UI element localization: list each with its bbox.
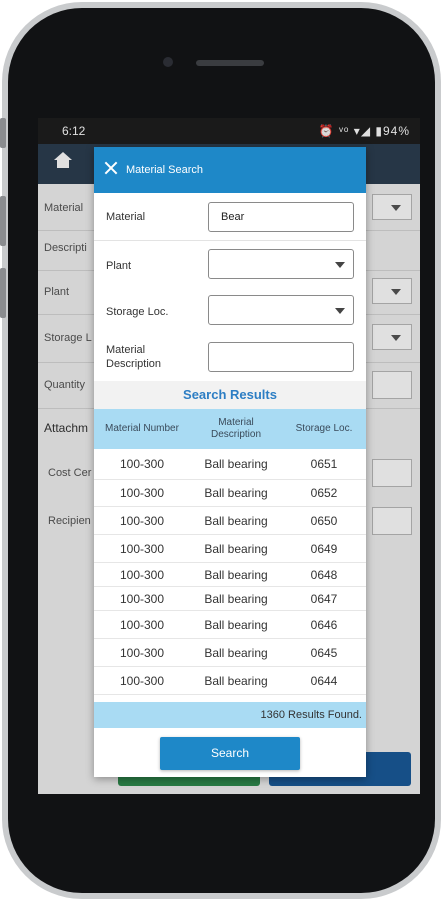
table-row[interactable]: 100-300 Ball bearing 0644 bbox=[94, 667, 366, 695]
results-table-header: Material Number Material Description Sto… bbox=[94, 409, 366, 449]
cell-storage-loc: 0652 bbox=[310, 486, 338, 500]
cell-material-description: Ball bearing bbox=[204, 591, 268, 606]
cell-storage-loc: 0644 bbox=[310, 673, 338, 688]
storage-loc-label: Storage Loc. bbox=[106, 306, 169, 318]
cell-storage-loc: 0649 bbox=[310, 541, 338, 556]
search-button[interactable]: Search bbox=[160, 737, 300, 770]
front-camera bbox=[163, 57, 173, 67]
table-row[interactable]: 100-300 Ball bearing 0649 bbox=[94, 535, 366, 563]
material-description-input[interactable] bbox=[208, 342, 354, 372]
storage-loc-field-row: Storage Loc. bbox=[94, 287, 366, 333]
cell-material-number: 100-300 bbox=[119, 457, 165, 471]
cell-material-description: Ball bearing bbox=[204, 486, 268, 500]
plant-select[interactable] bbox=[208, 249, 354, 279]
cell-material-description: Ball bearing bbox=[204, 673, 268, 688]
close-icon[interactable] bbox=[104, 161, 118, 175]
cell-storage-loc: 0645 bbox=[310, 645, 338, 660]
phone-frame: 6:12 ⏰ ᵛᵒ ▾◢ ▮94% Material Descripti Pla… bbox=[0, 0, 443, 901]
table-row[interactable]: 100-300 Ball bearing 0646 bbox=[94, 611, 366, 639]
material-field-row: Material Bear bbox=[94, 193, 366, 241]
material-label: Material bbox=[106, 211, 146, 223]
cell-material-number: 100-300 bbox=[119, 645, 165, 660]
volume-down-button bbox=[0, 268, 6, 318]
material-description-field-row: Material Description bbox=[94, 333, 366, 381]
table-row[interactable]: 100-300 Ball bearing 0647 bbox=[94, 587, 366, 611]
material-description-label: Material Description bbox=[106, 344, 162, 370]
cell-material-description: Ball bearing bbox=[204, 617, 268, 632]
dialog-title: Material Search bbox=[126, 164, 204, 176]
storage-loc-select[interactable] bbox=[208, 295, 354, 325]
table-row[interactable]: 100-300 Ball bearing 0650 bbox=[94, 507, 366, 535]
table-row[interactable]: 100-300 Ball bearing 0648 bbox=[94, 563, 366, 587]
cell-storage-loc: 0651 bbox=[310, 457, 338, 471]
cell-material-number: 100-300 bbox=[119, 673, 165, 688]
cell-material-description: Ball bearing bbox=[204, 457, 268, 471]
material-input[interactable]: Bear bbox=[208, 202, 354, 232]
plant-field-row: Plant bbox=[94, 241, 366, 287]
results-count: 1360 Results Found. bbox=[94, 702, 366, 728]
cell-material-description: Ball bearing bbox=[204, 645, 268, 660]
cell-material-number: 100-300 bbox=[119, 541, 165, 556]
cell-material-number: 100-300 bbox=[119, 486, 165, 500]
table-row[interactable]: 100-300 Ball bearing 0645 bbox=[94, 639, 366, 667]
table-row[interactable]: 100-300 Ball bearing 0652 bbox=[94, 480, 366, 507]
cell-storage-loc: 0647 bbox=[310, 591, 338, 606]
column-header-material-description: Material Description bbox=[210, 417, 262, 440]
table-row[interactable]: 100-300 Ball bearing 0651 bbox=[94, 449, 366, 480]
cell-material-description: Ball bearing bbox=[204, 541, 268, 556]
cell-storage-loc: 0646 bbox=[310, 617, 338, 632]
cell-material-description: Ball bearing bbox=[204, 567, 268, 582]
earpiece-speaker bbox=[196, 60, 264, 66]
column-header-storage-loc: Storage Loc. bbox=[295, 423, 353, 434]
cell-material-number: 100-300 bbox=[119, 617, 165, 632]
material-search-dialog: Material Search Material Bear Plant Stor… bbox=[94, 147, 366, 777]
dialog-header: Material Search bbox=[94, 147, 366, 193]
mute-switch bbox=[0, 118, 6, 148]
cell-storage-loc: 0648 bbox=[310, 567, 338, 582]
plant-label: Plant bbox=[106, 260, 132, 272]
cell-storage-loc: 0650 bbox=[310, 513, 338, 528]
cell-material-number: 100-300 bbox=[119, 567, 165, 582]
column-header-material-number: Material Number bbox=[105, 423, 179, 434]
chevron-down-icon bbox=[335, 262, 345, 268]
search-results-title: Search Results bbox=[94, 381, 366, 409]
volume-up-button bbox=[0, 196, 6, 246]
cell-material-description: Ball bearing bbox=[204, 513, 268, 528]
chevron-down-icon bbox=[335, 308, 345, 314]
cell-material-number: 100-300 bbox=[119, 591, 165, 606]
cell-material-number: 100-300 bbox=[119, 513, 165, 528]
